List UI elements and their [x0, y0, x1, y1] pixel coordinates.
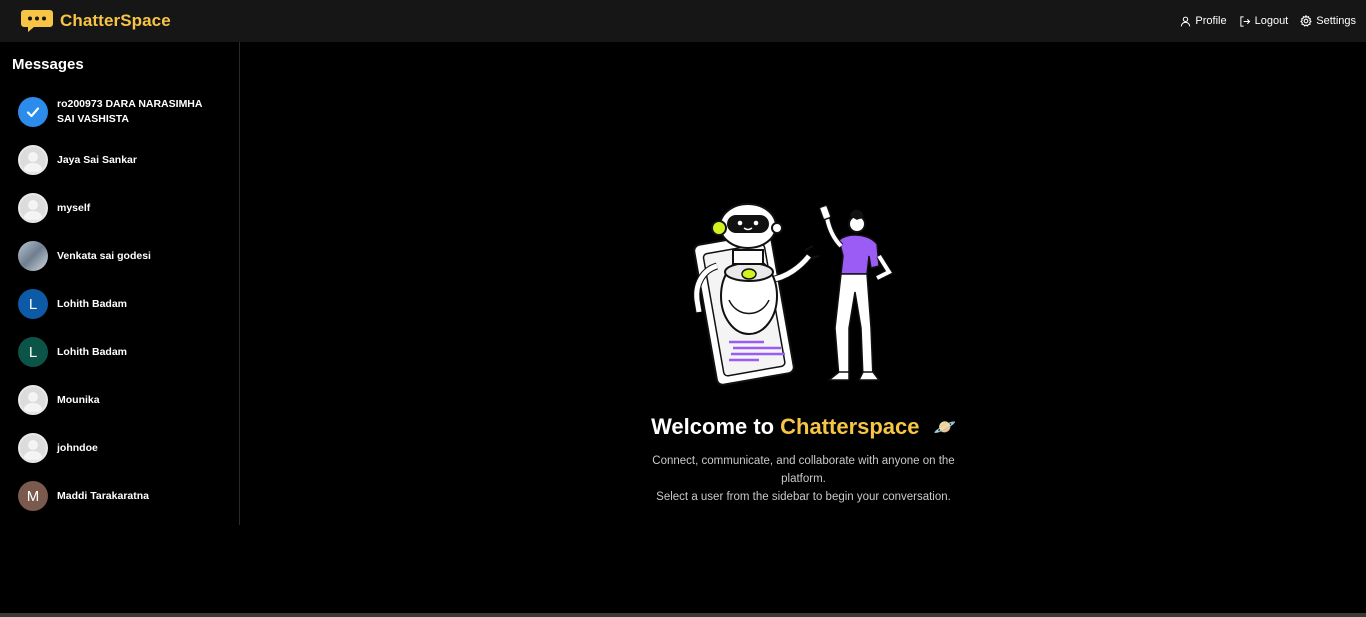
default-avatar-icon — [18, 193, 48, 223]
brand-name: ChatterSpace — [60, 11, 171, 30]
robot-person-illustration — [693, 203, 894, 386]
welcome-text: Welcome to Chatterspace 🪐 Connect, commu… — [241, 414, 1366, 506]
profile-label: Profile — [1195, 15, 1227, 27]
welcome-prefix: Welcome to — [651, 414, 775, 439]
user-name: Venkata sai godesi — [57, 249, 151, 262]
bottom-edge — [0, 613, 1366, 617]
logout-label: Logout — [1254, 15, 1289, 27]
user-list-item[interactable]: L Lohith Badam — [0, 328, 239, 376]
user-list-item[interactable]: L Lohith Badam — [0, 280, 239, 328]
sidebar-title: Messages — [12, 56, 84, 73]
chat-bubble-logo-icon — [21, 10, 53, 32]
planet-icon: 🪐 — [933, 416, 956, 437]
default-avatar-icon — [18, 433, 48, 463]
user-list-item[interactable]: Mounika — [0, 376, 239, 424]
top-navbar: ChatterSpace Profile Logout Settings — [0, 0, 1366, 42]
user-list-item[interactable]: Venkata sai godesi — [0, 232, 239, 280]
brand[interactable]: ChatterSpace — [20, 8, 171, 34]
default-avatar-icon — [18, 385, 48, 415]
logout-icon — [1239, 15, 1250, 27]
user-list-item[interactable]: johndoe — [0, 424, 239, 472]
check-avatar-icon — [18, 97, 48, 127]
profile-link[interactable]: Profile — [1180, 15, 1227, 27]
user-name: myself — [57, 201, 91, 214]
settings-label: Settings — [1316, 15, 1356, 27]
user-list-item[interactable]: ro200973 DARA NARASIMHA SAI VASHISTA — [0, 88, 239, 136]
welcome-description: Connect, communicate, and collaborate wi… — [652, 455, 955, 485]
user-list-item[interactable]: M Maddi Tarakaratna — [0, 472, 239, 520]
user-list: ro200973 DARA NARASIMHA SAI VASHISTA Jaya… — [0, 88, 239, 520]
user-list-item[interactable]: myself — [0, 184, 239, 232]
user-name: Lohith Badam — [57, 345, 127, 358]
user-name: Mounika — [57, 393, 100, 406]
logout-link[interactable]: Logout — [1239, 15, 1289, 27]
user-name: johndoe — [57, 441, 98, 454]
settings-link[interactable]: Settings — [1300, 15, 1356, 27]
welcome-instruction: Select a user from the sidebar to begin … — [656, 491, 951, 503]
gear-icon — [1300, 15, 1313, 27]
user-name: Maddi Tarakaratna — [57, 489, 150, 502]
user-name: Jaya Sai Sankar — [57, 153, 137, 166]
photo-avatar — [18, 241, 48, 271]
user-icon — [1181, 16, 1191, 26]
sidebar: Messages ro200973 DARA NARASIMHA SAI VAS… — [0, 42, 240, 525]
welcome-panel: Welcome to Chatterspace 🪐 Connect, commu… — [241, 42, 1366, 613]
user-name: ro200973 DARA NARASIMHA SAI VASHISTA — [57, 98, 203, 125]
default-avatar-icon — [18, 145, 48, 175]
letter-avatar: L — [18, 289, 48, 319]
welcome-brand: Chatterspace — [780, 414, 920, 439]
letter-avatar: M — [18, 481, 48, 511]
letter-avatar: L — [18, 337, 48, 367]
welcome-heading: Welcome to Chatterspace 🪐 — [241, 414, 1366, 440]
top-nav: Profile Logout Settings — [1180, 15, 1356, 27]
user-name: Lohith Badam — [57, 297, 127, 310]
user-list-item[interactable]: Jaya Sai Sankar — [0, 136, 239, 184]
